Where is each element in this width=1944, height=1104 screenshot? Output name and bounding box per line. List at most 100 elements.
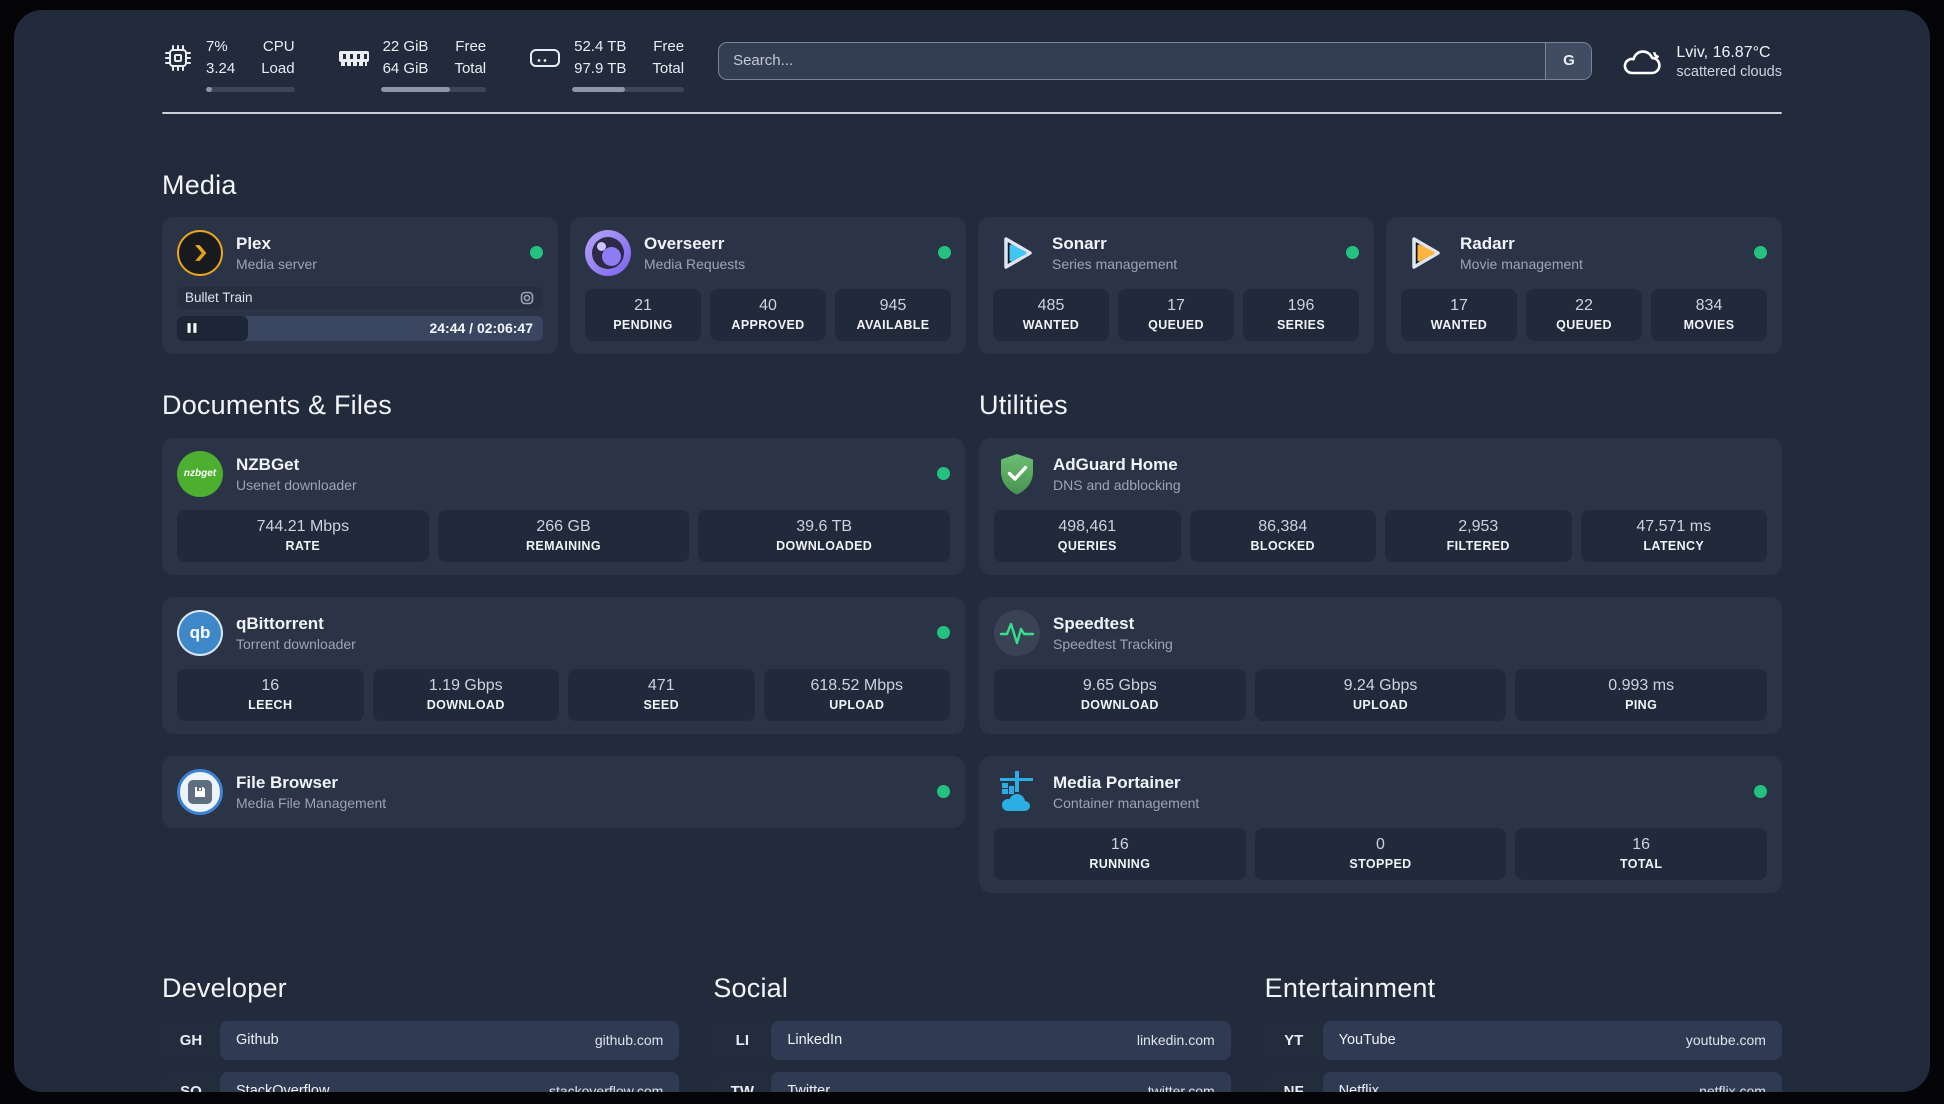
link-tag: GH xyxy=(179,1031,203,1049)
section-title-social: Social xyxy=(713,972,789,1003)
link-row-youtube[interactable]: YT YouTube youtube.com xyxy=(1264,1020,1782,1060)
link-tag: TW xyxy=(730,1082,754,1093)
app-card-nzbget[interactable]: nzbget NZBGet Usenet downloader 744.21 M… xyxy=(162,437,965,575)
stat-box: 39.6 TB DOWNLOADED xyxy=(698,509,950,562)
app-card-adguard[interactable]: AdGuard Home DNS and adblocking 498,461 Q… xyxy=(979,437,1782,575)
stat-box: 17 WANTED xyxy=(1401,288,1517,341)
disk-labels: Free Total xyxy=(652,38,685,77)
app-subtitle: Container management xyxy=(1053,794,1200,811)
stat-box: 16 TOTAL xyxy=(1515,827,1767,880)
media-section: Plex Media server Bullet Train 24:44 / 0… xyxy=(162,216,1782,354)
pause-icon xyxy=(187,323,197,333)
stat-box: 0.993 ms PING xyxy=(1515,668,1767,721)
stat-box: 266 GB REMAINING xyxy=(437,509,690,562)
app-name: Sonarr xyxy=(1052,233,1107,253)
disk-values: 52.4 TB 97.9 TB xyxy=(574,38,627,77)
app-card-radarr[interactable]: Radarr Movie management 17 WANTED 22 QUEUE… xyxy=(1386,216,1782,354)
top-bar: 7% 3.24 CPU Load 22 GiB 64 GiB Free Tota… xyxy=(162,10,1782,92)
stat-box: 485 WANTED xyxy=(993,288,1109,341)
memory-labels: Free Total xyxy=(454,38,487,77)
status-dot xyxy=(1346,246,1359,259)
memory-values: 22 GiB 64 GiB xyxy=(382,38,429,77)
app-name: qBittorrent xyxy=(236,613,324,633)
cpu-icon xyxy=(165,44,191,71)
status-dot xyxy=(1754,246,1767,259)
stat-box: 498,461 QUERIES xyxy=(994,509,1181,562)
social-links-section: Social LI LinkedIn linkedin.com TW Twitte… xyxy=(713,972,1231,1093)
stat-box: 9.24 Gbps UPLOAD xyxy=(1254,668,1507,721)
status-dot xyxy=(1754,785,1767,798)
overseerr-icon xyxy=(585,229,631,276)
link-name: LinkedIn xyxy=(787,1032,843,1048)
app-subtitle: DNS and adblocking xyxy=(1053,476,1181,493)
link-row-github[interactable]: GH Github github.com xyxy=(162,1020,680,1060)
memory-stat: 22 GiB 64 GiB Free Total xyxy=(337,36,487,92)
portainer-icon xyxy=(994,769,1040,815)
section-title-developer: Developer xyxy=(162,972,287,1003)
search-input[interactable] xyxy=(718,41,1593,80)
dashboard-window: 7% 3.24 CPU Load 22 GiB 64 GiB Free Tota… xyxy=(14,10,1930,1092)
app-card-portainer[interactable]: Media Portainer Container management 16 R… xyxy=(979,755,1782,893)
documents-section: Documents & Files nzbget NZBGet Usenet d… xyxy=(162,390,965,915)
link-name: Github xyxy=(236,1032,279,1048)
app-card-overseerr[interactable]: Overseerr Media Requests 21 PENDING 40 APP… xyxy=(570,216,966,354)
link-tag: YT xyxy=(1284,1031,1304,1049)
app-card-filebrowser[interactable]: File Browser Media File Management xyxy=(162,755,965,828)
section-title-utilities: Utilities xyxy=(979,389,1068,420)
stat-box: 471 SEED xyxy=(568,668,755,721)
stat-box: 21 PENDING xyxy=(585,288,701,341)
header-divider xyxy=(162,111,1782,114)
link-row-stackoverflow[interactable]: SO StackOverflow stackoverflow.com xyxy=(162,1071,680,1092)
link-url: netflix.com xyxy=(1699,1083,1766,1092)
link-name: StackOverflow xyxy=(236,1083,330,1092)
filebrowser-icon xyxy=(177,768,223,815)
disk-progress-bar xyxy=(572,86,685,92)
app-subtitle: Movie management xyxy=(1460,255,1583,272)
app-subtitle: Media Requests xyxy=(644,255,746,272)
app-card-sonarr[interactable]: Sonarr Series management 485 WANTED 17 QUE… xyxy=(978,216,1374,354)
app-name: Overseerr xyxy=(644,233,725,253)
status-dot xyxy=(937,785,950,798)
link-name: YouTube xyxy=(1338,1032,1396,1048)
settings-icon[interactable] xyxy=(519,290,535,306)
app-subtitle: Media File Management xyxy=(236,794,387,811)
link-url: linkedin.com xyxy=(1136,1032,1215,1048)
stat-box: 618.52 Mbps UPLOAD xyxy=(763,668,950,721)
app-subtitle: Series management xyxy=(1052,255,1178,272)
stat-box: 744.21 Mbps RATE xyxy=(177,509,429,562)
status-dot xyxy=(938,246,951,259)
playback-time: 24:44 / 02:06:47 xyxy=(429,320,533,336)
link-url: github.com xyxy=(594,1032,664,1048)
app-card-qbittorrent[interactable]: qb qBittorrent Torrent downloader 16 LEEC… xyxy=(162,596,965,734)
app-name: Media Portainer xyxy=(1053,772,1181,792)
app-name: Speedtest xyxy=(1053,613,1135,633)
stat-box: 1.19 Gbps DOWNLOAD xyxy=(372,668,559,721)
entertainment-links-section: Entertainment YT YouTube youtube.com NF N… xyxy=(1264,973,1782,1092)
stat-box: 40 APPROVED xyxy=(710,288,826,341)
app-name: File Browser xyxy=(236,772,339,792)
stat-box: 0 STOPPED xyxy=(1254,827,1507,880)
link-url: twitter.com xyxy=(1147,1083,1215,1092)
app-card-speedtest[interactable]: Speedtest Speedtest Tracking 9.65 Gbps DO… xyxy=(979,596,1782,734)
stat-box: 945 AVAILABLE xyxy=(835,288,951,341)
app-name: Plex xyxy=(236,233,271,253)
link-row-netflix[interactable]: NF Netflix netflix.com xyxy=(1264,1071,1782,1092)
link-row-twitter[interactable]: TW Twitter twitter.com xyxy=(713,1071,1231,1093)
adguard-icon xyxy=(994,451,1040,497)
search-engine-button[interactable]: G xyxy=(1545,42,1592,79)
playback-progress-bar[interactable]: 24:44 / 02:06:47 xyxy=(177,315,543,341)
app-name: AdGuard Home xyxy=(1053,454,1178,474)
disk-stat: 52.4 TB 97.9 TB Free Total xyxy=(528,36,685,92)
stat-box: 834 MOVIES xyxy=(1651,288,1767,341)
section-title-media: Media xyxy=(162,169,237,200)
app-name: Radarr xyxy=(1460,233,1515,253)
app-subtitle: Speedtest Tracking xyxy=(1053,635,1173,652)
app-card-plex[interactable]: Plex Media server Bullet Train 24:44 / 0… xyxy=(162,216,558,354)
cloud-icon xyxy=(1624,50,1662,75)
stat-box: 86,384 BLOCKED xyxy=(1189,509,1376,562)
memory-progress-bar xyxy=(380,86,487,92)
stat-box: 17 QUEUED xyxy=(1118,288,1234,341)
link-row-linkedin[interactable]: LI LinkedIn linkedin.com xyxy=(713,1020,1231,1060)
cpu-values: 7% 3.24 xyxy=(206,38,236,77)
link-url: youtube.com xyxy=(1685,1032,1766,1048)
